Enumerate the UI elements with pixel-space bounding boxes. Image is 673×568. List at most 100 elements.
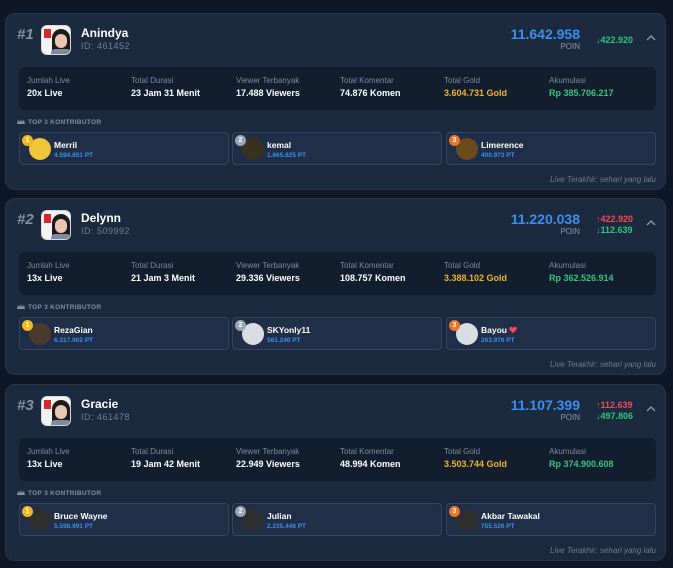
contributor-points: 263.976 PT <box>481 337 515 344</box>
member-name: Gracie <box>81 397 119 411</box>
stat-label: Jumlah Live <box>27 261 70 270</box>
stat-akumulasi: Rp 385.706.217 <box>549 88 614 98</box>
points-label: POIN <box>560 42 580 51</box>
contributor-item[interactable]: 3 Limerence 400.973 PT <box>446 132 656 165</box>
chevron-up-icon[interactable] <box>646 34 656 42</box>
points-value: 11.220.038 <box>510 211 580 227</box>
leaderboard-card-3[interactable]: #3 Gracie ID: 461478 11.107.399 POIN ↑11… <box>5 384 666 561</box>
rank-delta-up: ↑422.920 <box>596 214 634 224</box>
rank-badge: 1 <box>22 135 33 146</box>
last-live-text: Live Terakhir: sehari yang lalu <box>550 546 656 555</box>
stat-akumulasi: Rp 374.900.608 <box>549 459 614 469</box>
contributor-name: Limerence <box>481 140 524 150</box>
stat-label: Akumulasi <box>549 76 586 85</box>
stat-label: Total Gold <box>444 76 481 85</box>
top3-label: TOP 3 KONTRIBUTOR <box>28 119 102 126</box>
stat-label: Total Durasi <box>131 261 174 270</box>
contributor-name-text: Bayou <box>481 325 507 335</box>
stats-panel: Jumlah Live 20x Live Total Durasi 23 Jam 3… <box>19 67 656 110</box>
stat-label: Viewer Terbanyak <box>236 261 300 270</box>
rank-delta-down: ↓497.806 <box>596 411 634 421</box>
stat-label: Total Gold <box>444 261 481 270</box>
stat-label: Akumulasi <box>549 261 586 270</box>
stat-total-komentar: 108.757 Komen <box>340 273 406 283</box>
rank-badge: 3 <box>449 320 460 331</box>
stat-jumlah-live: 13x Live <box>27 459 63 469</box>
contributor-name: Bayou <box>481 325 517 335</box>
avatar[interactable] <box>41 396 71 426</box>
contributor-item[interactable]: 1 RezaGian 6.317.902 PT <box>19 317 229 350</box>
crown-icon <box>17 304 25 309</box>
rank-badge: 1 <box>22 506 33 517</box>
crown-icon <box>17 490 25 495</box>
rank-delta-up: ↑112.639 <box>596 400 633 410</box>
member-name: Anindya <box>81 26 129 40</box>
top3-header: TOP 3 KONTRIBUTOR <box>17 304 101 311</box>
stats-panel: Jumlah Live 13x Live Total Durasi 19 Jam 4… <box>19 438 656 481</box>
contributor-item[interactable]: 1 Bruce Wayne 5.598.991 PT <box>19 503 229 536</box>
member-id: ID: 461478 <box>81 412 131 422</box>
contributor-item[interactable]: 2 Julian 2.235.448 PT <box>232 503 442 536</box>
rank-delta-down: ↓112.639 <box>596 225 633 235</box>
contributor-points: 4.594.851 PT <box>54 152 94 159</box>
contributor-points: 2.235.448 PT <box>267 523 307 530</box>
contributor-name: SKYonly11 <box>267 325 311 335</box>
avatar[interactable] <box>41 210 71 240</box>
stat-viewer-terbanyak: 17.488 Viewers <box>236 88 300 98</box>
contributor-name: RezaGian <box>54 325 93 335</box>
contributor-item[interactable]: 2 SKYonly11 561.240 PT <box>232 317 442 350</box>
contributor-points: 6.317.902 PT <box>54 337 94 344</box>
rank-badge: 3 <box>449 506 460 517</box>
heart-icon <box>509 326 517 334</box>
stat-label: Jumlah Live <box>27 447 70 456</box>
rank-badge: 2 <box>235 320 246 331</box>
contributor-name: Akbar Tawakal <box>481 511 540 521</box>
points-value: 11.107.399 <box>510 397 580 413</box>
contributor-points: 1.865.825 PT <box>267 152 307 159</box>
rank-label: #1 <box>17 26 34 43</box>
contributor-points: 5.598.991 PT <box>54 523 94 530</box>
crown-icon <box>17 119 25 124</box>
rank-label: #3 <box>17 397 34 414</box>
stat-viewer-terbanyak: 29.336 Viewers <box>236 273 300 283</box>
contributor-item[interactable]: 3 Akbar Tawakal 755.526 PT <box>446 503 656 536</box>
stat-total-durasi: 19 Jam 42 Menit <box>131 459 201 469</box>
leaderboard-card-2[interactable]: #2 Delynn ID: 509992 11.220.038 POIN ↑42… <box>5 198 666 375</box>
stat-total-gold: 3.604.731 Gold <box>444 88 508 98</box>
contributor-points: 400.973 PT <box>481 152 515 159</box>
stat-total-gold: 3.388.102 Gold <box>444 273 508 283</box>
stat-viewer-terbanyak: 22.949 Viewers <box>236 459 300 469</box>
stat-label: Total Durasi <box>131 447 174 456</box>
stat-label: Viewer Terbanyak <box>236 76 300 85</box>
contributor-name: Merril <box>54 140 78 150</box>
stat-label: Akumulasi <box>549 447 586 456</box>
stat-label: Total Durasi <box>131 76 174 85</box>
stat-total-komentar: 74.876 Komen <box>340 88 401 98</box>
stat-label: Total Komentar <box>340 261 394 270</box>
stat-total-durasi: 21 Jam 3 Menit <box>131 273 196 283</box>
rank-badge: 3 <box>449 135 460 146</box>
contributor-item[interactable]: 2 kemal 1.865.825 PT <box>232 132 442 165</box>
avatar[interactable] <box>41 25 71 55</box>
points-label: POIN <box>560 227 580 236</box>
chevron-up-icon[interactable] <box>646 219 656 227</box>
contributor-item[interactable]: 1 Merril 4.594.851 PT <box>19 132 229 165</box>
stat-label: Total Gold <box>444 447 481 456</box>
stat-total-komentar: 48.994 Komen <box>340 459 401 469</box>
stats-panel: Jumlah Live 13x Live Total Durasi 21 Jam 3… <box>19 252 656 295</box>
contributor-item[interactable]: 3 Bayou 263.976 PT <box>446 317 656 350</box>
member-id: ID: 509992 <box>81 226 131 236</box>
chevron-up-icon[interactable] <box>646 405 656 413</box>
contributor-name: Bruce Wayne <box>54 511 108 521</box>
contributor-name: kemal <box>267 140 292 150</box>
stat-total-gold: 3.503.744 Gold <box>444 459 508 469</box>
last-live-text: Live Terakhir: sehari yang lalu <box>550 175 656 184</box>
member-name: Delynn <box>81 211 122 225</box>
top3-label: TOP 3 KONTRIBUTOR <box>28 490 102 497</box>
contributor-name: Julian <box>267 511 292 521</box>
stat-total-durasi: 23 Jam 31 Menit <box>131 88 201 98</box>
stat-jumlah-live: 13x Live <box>27 273 63 283</box>
contributor-points: 561.240 PT <box>267 337 301 344</box>
leaderboard-card-1[interactable]: #1 Anindya ID: 461452 11.642.958 POIN ↓4… <box>5 13 666 190</box>
points-label: POIN <box>560 413 580 422</box>
